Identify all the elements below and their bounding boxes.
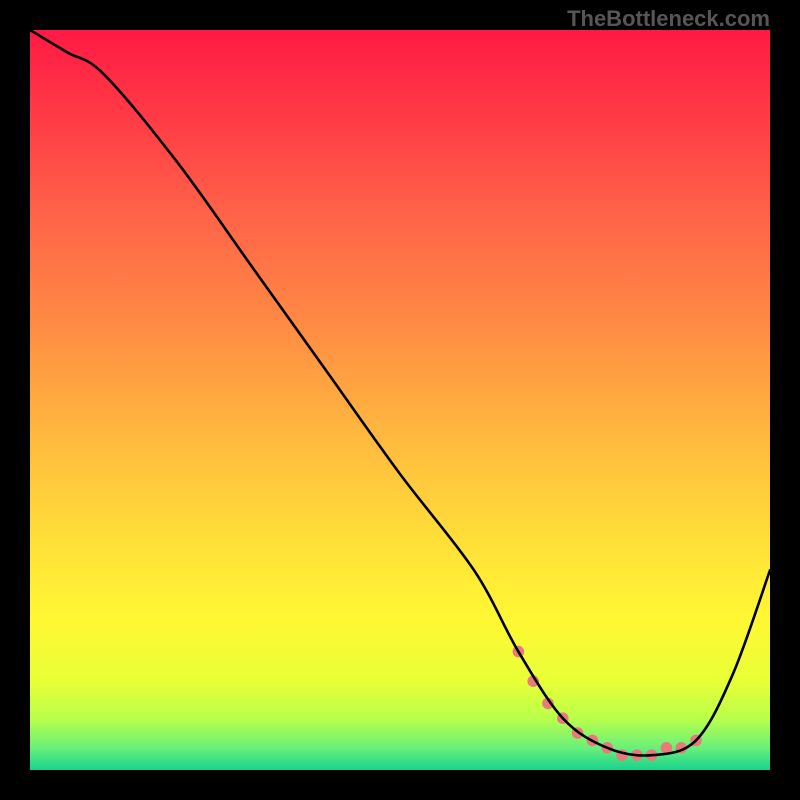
chart-container [30, 30, 770, 770]
bottleneck-chart [30, 30, 770, 770]
watermark-text: TheBottleneck.com [567, 6, 770, 32]
chart-background [30, 30, 770, 770]
